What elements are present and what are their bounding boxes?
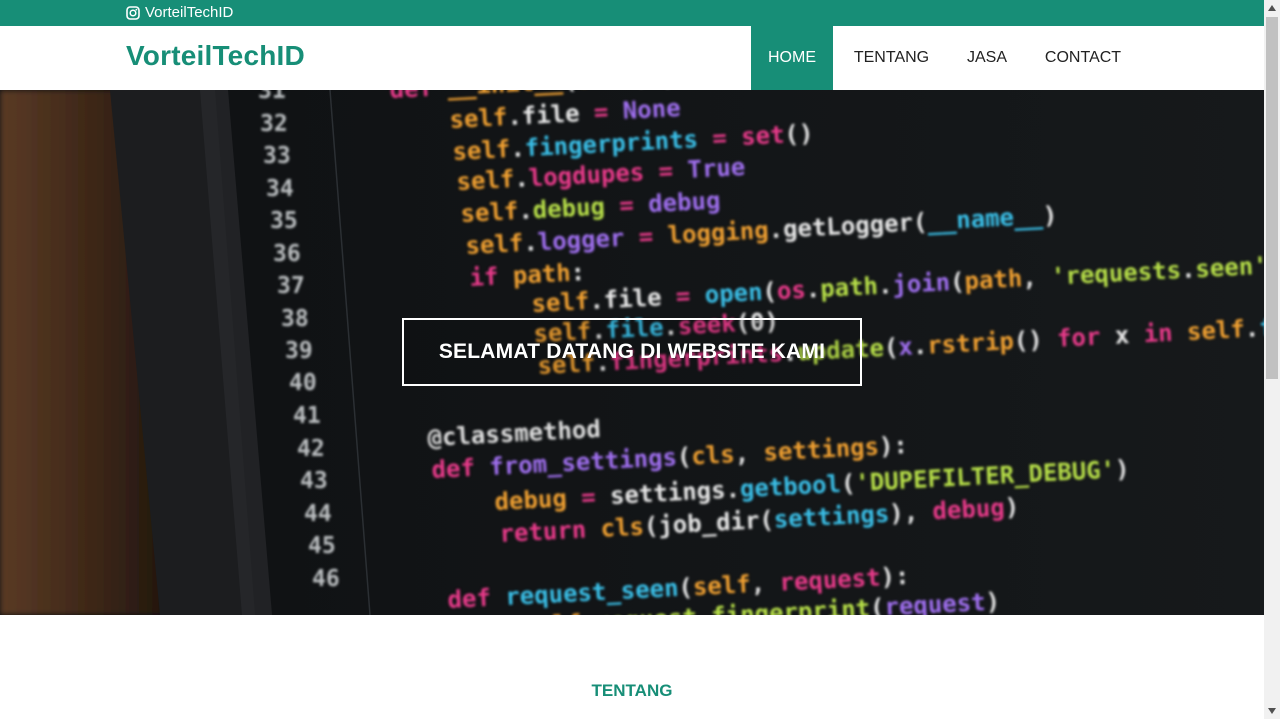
page-scrollbar[interactable] — [1264, 0, 1280, 719]
nav-item-home[interactable]: HOME — [751, 26, 833, 90]
code-line-number: 35 — [270, 208, 298, 234]
nav-menu: HOME TENTANG JASA CONTACT — [751, 26, 1142, 90]
code-line-number: 42 — [297, 436, 325, 462]
code-line-number: 31 — [258, 90, 286, 104]
code-line-number: 37 — [277, 273, 305, 299]
instagram-icon — [126, 5, 140, 20]
hero-title-box: SELAMAT DATANG DI WEBSITE KAMI — [402, 318, 862, 386]
scroll-down-arrow-icon[interactable] — [1264, 703, 1280, 719]
code-line-number: 41 — [293, 403, 321, 429]
code-line-number: 39 — [285, 338, 313, 364]
instagram-handle: VorteilTechID — [145, 4, 234, 21]
navbar: VorteilTechID HOME TENTANG JASA CONTACT — [0, 26, 1264, 90]
code-line-number: 34 — [266, 176, 294, 202]
about-section-title: TENTANG — [591, 681, 673, 700]
scroll-thumb[interactable] — [1266, 17, 1278, 379]
code-line-number: 43 — [300, 468, 328, 494]
top-bar: VorteilTechID — [0, 0, 1264, 26]
brand-logo[interactable]: VorteilTechID — [126, 40, 305, 72]
nav-item-jasa[interactable]: JASA — [950, 26, 1024, 90]
code-line-number: 45 — [308, 533, 336, 559]
scroll-up-arrow-icon[interactable] — [1264, 0, 1280, 16]
hero-title: SELAMAT DATANG DI WEBSITE KAMI — [438, 340, 826, 363]
code-line-number: 38 — [281, 306, 309, 332]
code-line-number: 32 — [260, 111, 288, 137]
hero-banner: 31323334353637383940414243444546def __in… — [0, 90, 1264, 615]
code-line-number: 44 — [304, 501, 332, 527]
nav-item-contact[interactable]: CONTACT — [1024, 26, 1142, 90]
code-line-number: 36 — [273, 241, 301, 267]
nav-item-tentang[interactable]: TENTANG — [833, 26, 950, 90]
code-line-number: 40 — [289, 370, 317, 396]
instagram-link[interactable]: VorteilTechID — [126, 4, 233, 21]
code-line-number: 46 — [312, 566, 340, 592]
code-line-number: 33 — [263, 143, 291, 169]
